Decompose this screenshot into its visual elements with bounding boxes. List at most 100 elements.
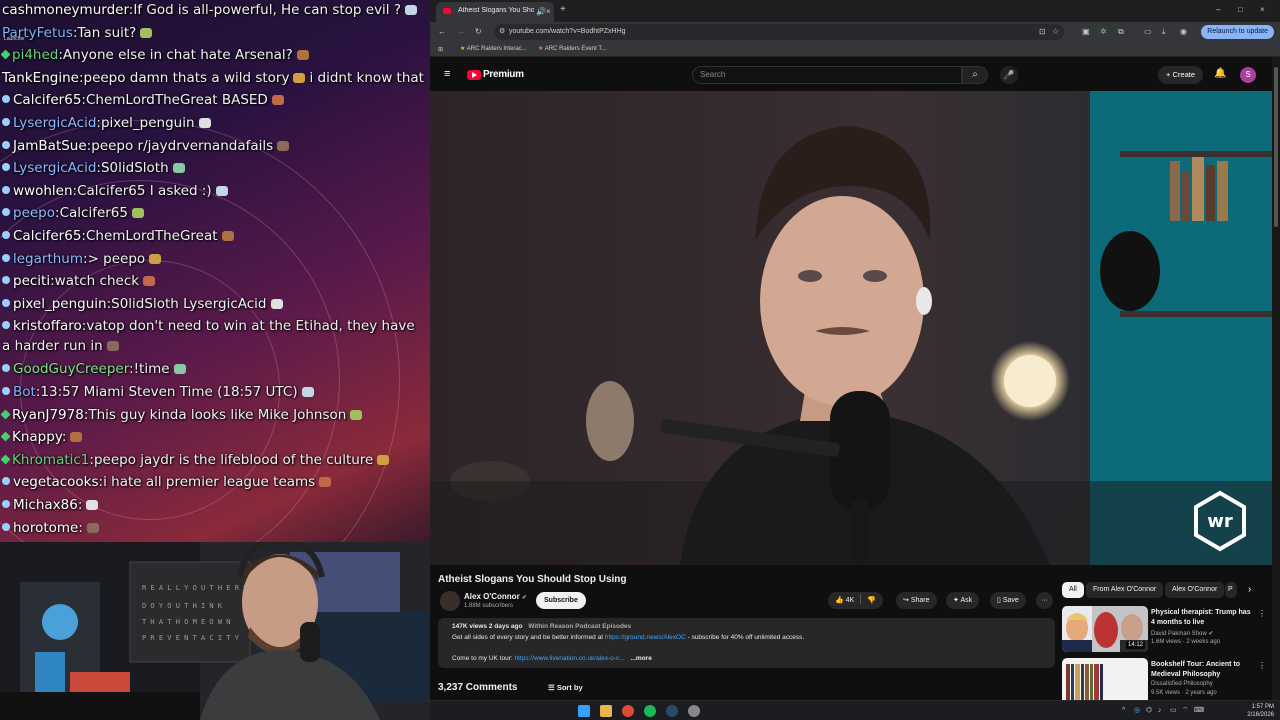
account-avatar[interactable]: S xyxy=(1240,67,1256,83)
chat-username[interactable]: pi4hed xyxy=(12,47,58,63)
extension-2-icon[interactable]: ✲ xyxy=(1100,27,1107,37)
moderator-badge-icon xyxy=(0,454,11,465)
volume-icon[interactable]: ♪ xyxy=(1158,706,1162,716)
ground-news-link[interactable]: https://ground.news/AlexOC xyxy=(605,634,686,641)
chat-username[interactable]: cashmoneymurder xyxy=(2,2,129,18)
battery-icon[interactable]: ▭ xyxy=(1170,706,1177,716)
taskbar-clock[interactable]: 1:57 PM 2/16/2026 xyxy=(1247,703,1274,719)
chat-username[interactable]: Michax86 xyxy=(13,497,78,513)
thumbs-down-icon[interactable]: 👎 xyxy=(867,597,876,604)
window-close-icon[interactable]: × xyxy=(1260,5,1265,15)
chip-all[interactable]: All xyxy=(1062,582,1084,598)
chat-username[interactable]: pixel_penguin xyxy=(13,296,107,312)
chat-username[interactable]: LysergicAcid xyxy=(13,115,96,131)
address-bar[interactable]: ⚙ youtube.com/watch?v=BodhtPZxHHg ⊡ ☆ xyxy=(494,24,1064,40)
sort-comments-button[interactable]: ☰ Sort by xyxy=(548,683,583,692)
reload-icon[interactable]: ↻ xyxy=(475,27,482,37)
save-button[interactable]: ▯ Save xyxy=(990,592,1026,609)
language-icon[interactable]: ⌨ xyxy=(1194,706,1204,716)
like-button[interactable]: 👍 4K 👎 xyxy=(828,592,883,609)
search-input[interactable] xyxy=(692,66,962,84)
minimize-icon[interactable]: – xyxy=(1216,5,1220,15)
chat-username[interactable]: peepo xyxy=(13,205,55,221)
forward-icon[interactable]: → xyxy=(457,27,465,37)
chrome-icon[interactable] xyxy=(622,705,634,717)
chat-username[interactable]: Calcifer65 xyxy=(13,228,81,244)
spotify-icon[interactable] xyxy=(644,705,656,717)
chip-more[interactable]: P xyxy=(1225,582,1237,598)
playlist-link[interactable]: Within Reason Podcast Episodes xyxy=(528,623,631,630)
maximize-icon[interactable]: □ xyxy=(1238,5,1243,15)
show-more-link[interactable]: ...more xyxy=(631,655,652,662)
share-button[interactable]: ↪ Share xyxy=(896,592,937,609)
chat-username[interactable]: wwohlen xyxy=(13,183,73,199)
relaunch-button[interactable]: Relaunch to update xyxy=(1201,25,1274,39)
sidebar-icon[interactable]: ▭ xyxy=(1144,27,1152,37)
apps-grid-icon[interactable]: ⊞ xyxy=(438,45,443,55)
hamburger-menu-icon[interactable]: ≡ xyxy=(444,69,450,80)
profile-icon[interactable]: ◉ xyxy=(1180,27,1187,37)
chat-username[interactable]: Knappy xyxy=(12,429,62,445)
chat-username[interactable]: legarthum xyxy=(13,251,83,267)
chat-username[interactable]: peciti xyxy=(13,273,50,289)
youtube-logo-icon[interactable] xyxy=(467,70,481,80)
tour-link[interactable]: https://www.livenation.co.uk/alex-o-c... xyxy=(515,655,625,662)
voice-search-button[interactable]: 🎤 xyxy=(1000,66,1018,84)
scrollbar-thumb[interactable] xyxy=(1274,67,1278,227)
chat-username[interactable]: TankEngine xyxy=(2,70,79,86)
recommendation-title-2[interactable]: Bookshelf Tour: Ancient to Medieval Phil… xyxy=(1151,660,1256,680)
more-actions-button[interactable]: ··· xyxy=(1036,592,1053,609)
chip-from-channel[interactable]: From Alex O'Connor xyxy=(1086,582,1164,598)
tray-app-icon[interactable]: ◎ xyxy=(1134,706,1140,716)
steam-icon[interactable] xyxy=(666,705,678,717)
chat-username[interactable]: GoodGuyCreeper xyxy=(13,361,129,377)
youtube-premium-logo[interactable]: Premium xyxy=(483,69,524,80)
create-button[interactable]: + Create xyxy=(1158,66,1203,84)
bookmark-star-icon[interactable]: ☆ xyxy=(1052,27,1059,37)
bookmark-1[interactable]: ★ ARC Raiders Interac... xyxy=(460,45,527,52)
chat-username[interactable]: horotome xyxy=(13,520,78,536)
wifi-icon[interactable]: ⌔ xyxy=(1182,706,1189,716)
chat-username[interactable]: Calcifer65 xyxy=(13,92,81,108)
chip-channel[interactable]: Alex O'Connor xyxy=(1165,582,1225,598)
video-player[interactable]: wr xyxy=(430,91,1272,565)
network-icon[interactable]: ⌬ xyxy=(1146,706,1152,716)
settings-gear-icon[interactable] xyxy=(688,705,700,717)
like-count: 4K xyxy=(845,597,855,604)
extension-1-icon[interactable]: ▣ xyxy=(1082,27,1090,37)
start-menu-icon[interactable] xyxy=(578,705,590,717)
description-box[interactable]: 147K views 2 days ago Within Reason Podc… xyxy=(438,618,1055,668)
new-tab-icon[interactable]: + xyxy=(560,5,566,15)
ask-button[interactable]: ✦ Ask xyxy=(946,592,980,609)
bookmark-2[interactable]: ★ ARC Raiders Event T... xyxy=(538,45,606,52)
chips-next-icon[interactable]: › xyxy=(1248,585,1251,595)
chat-username[interactable]: RyanJ7978 xyxy=(12,407,84,423)
chat-username[interactable]: kristoffaro xyxy=(13,318,82,334)
chat-username[interactable]: Bot xyxy=(13,384,36,400)
channel-name[interactable]: Alex O'Connor ✔ xyxy=(464,592,527,601)
tab-close-icon[interactable]: × xyxy=(546,7,551,17)
back-icon[interactable]: ← xyxy=(438,27,446,37)
speaker-icon[interactable]: 🔊 xyxy=(536,7,546,17)
extensions-icon[interactable]: ⧉ xyxy=(1118,27,1124,37)
search-button[interactable]: ⌕ xyxy=(962,66,988,84)
recommendation-menu-icon[interactable]: ⋮ xyxy=(1258,661,1266,671)
page-scrollbar[interactable] xyxy=(1272,57,1280,700)
file-explorer-icon[interactable] xyxy=(600,705,612,717)
tray-chevron-icon[interactable]: ^ xyxy=(1122,706,1125,716)
notifications-bell-icon[interactable]: 🔔 xyxy=(1214,69,1226,79)
recommendation-thumbnail-1[interactable]: 14:12 xyxy=(1062,606,1148,652)
recommendation-menu-icon[interactable]: ⋮ xyxy=(1258,609,1266,619)
site-info-icon[interactable]: ⚙ xyxy=(499,27,505,37)
recommendation-title-1[interactable]: Physical therapist: Trump has 4 months t… xyxy=(1151,608,1256,628)
recommendation-thumbnail-2[interactable] xyxy=(1062,658,1148,700)
chat-username[interactable]: JamBatSue xyxy=(13,138,87,154)
chat-username[interactable]: Khromatic1 xyxy=(12,452,89,468)
install-app-icon[interactable]: ⊡ xyxy=(1039,27,1046,37)
tab-youtube-video[interactable]: Atheist Slogans You Should 🔊 × xyxy=(436,2,554,22)
subscribe-button[interactable]: Subscribe xyxy=(536,592,586,609)
chat-username[interactable]: vegetacooks xyxy=(13,474,99,490)
download-icon[interactable]: ⤓ xyxy=(1162,27,1166,37)
chat-username[interactable]: LysergicAcid xyxy=(13,160,96,176)
channel-avatar[interactable] xyxy=(440,591,460,611)
